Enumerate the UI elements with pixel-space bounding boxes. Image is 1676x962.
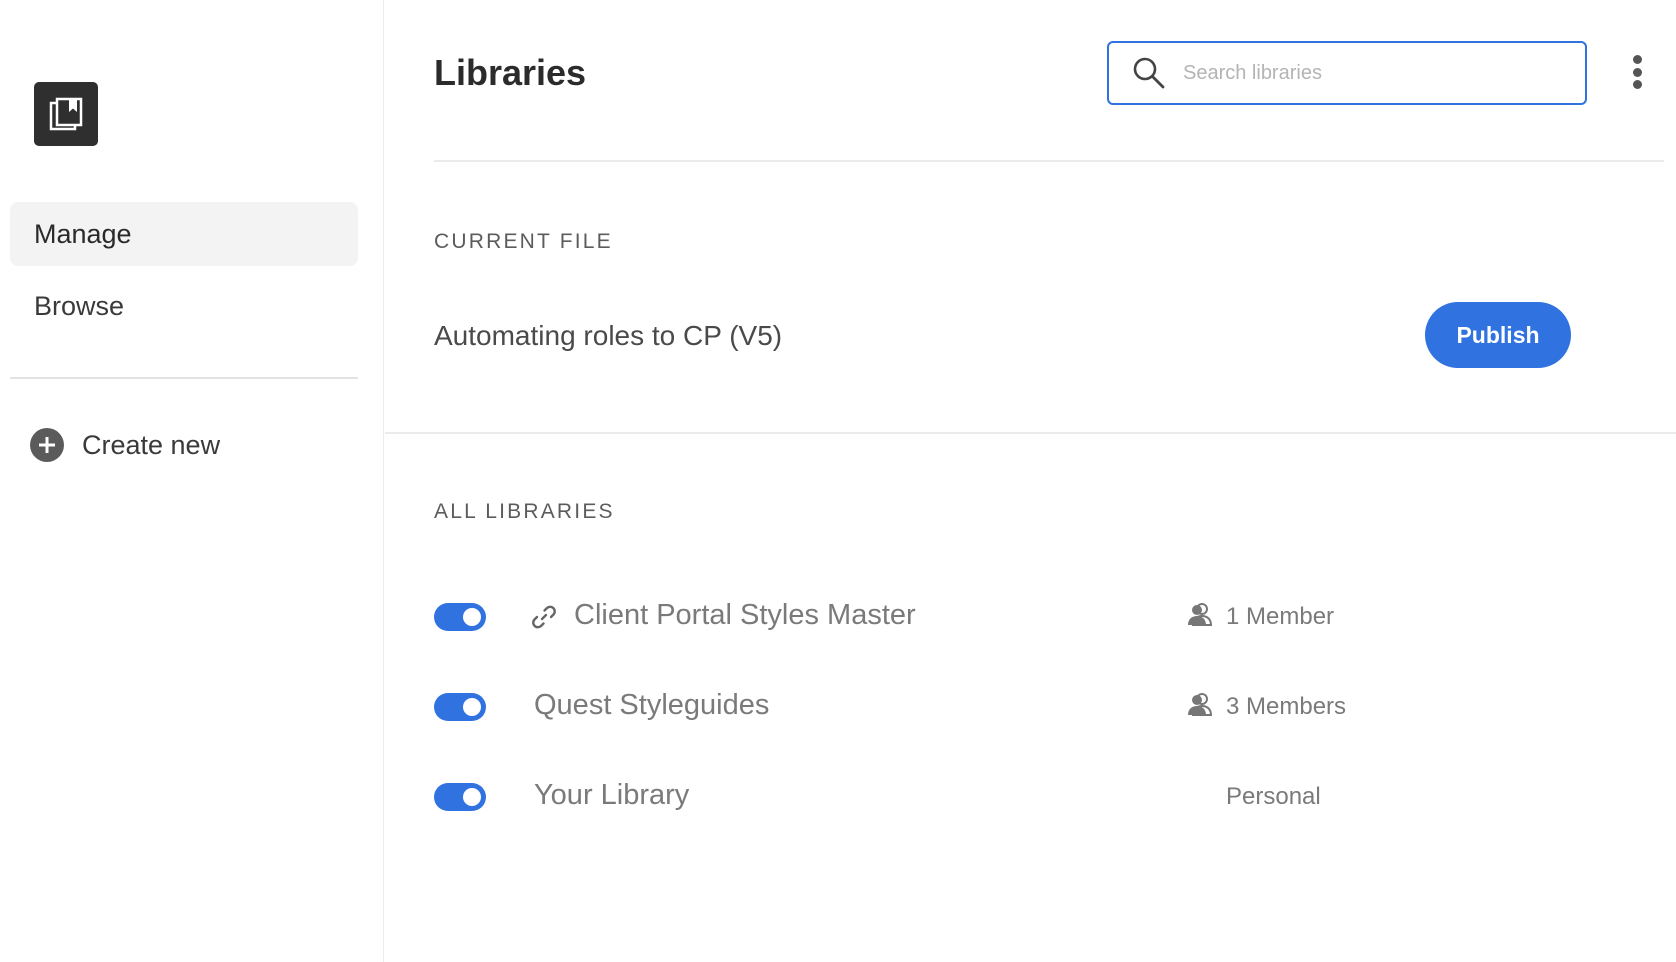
- library-name[interactable]: Client Portal Styles Master: [574, 599, 916, 632]
- toggle-knob: [463, 788, 481, 806]
- libraries-window: Manage Browse Create new Libraries Searc…: [0, 0, 1676, 962]
- all-libraries-heading: ALL LIBRARIES: [434, 500, 615, 523]
- library-name[interactable]: Your Library: [534, 779, 689, 812]
- sidebar: Manage Browse Create new: [0, 0, 384, 962]
- member-icon: [1188, 603, 1213, 626]
- sidebar-item-label: Browse: [34, 290, 125, 321]
- sidebar-item-manage[interactable]: Manage: [10, 202, 358, 266]
- library-enabled-toggle[interactable]: [434, 783, 486, 811]
- toggle-knob: [463, 698, 481, 716]
- section-divider: [385, 432, 1676, 434]
- main-panel: Libraries CURRENT FILE Automating roles …: [385, 0, 1676, 962]
- more-vertical-icon[interactable]: [1625, 50, 1649, 94]
- toggle-knob: [463, 608, 481, 626]
- library-members: 1 Member: [1226, 603, 1335, 630]
- member-icon: [1188, 693, 1213, 716]
- library-members: 3 Members: [1226, 693, 1347, 720]
- header-divider: [434, 160, 1664, 162]
- library-row: Client Portal Styles Master 1 Member: [434, 587, 1664, 647]
- search-input[interactable]: [1183, 61, 1563, 85]
- create-new-button[interactable]: Create new: [30, 420, 220, 470]
- sidebar-divider: [10, 377, 358, 379]
- library-name[interactable]: Quest Styleguides: [534, 689, 769, 722]
- library-type: Personal: [1226, 783, 1321, 810]
- library-enabled-toggle[interactable]: [434, 603, 486, 631]
- search-icon: [1133, 57, 1165, 89]
- link-icon: [532, 605, 556, 629]
- library-row: Quest Styleguides 3 Members: [434, 677, 1664, 737]
- library-book-icon: [34, 82, 98, 146]
- create-new-label: Create new: [82, 429, 221, 460]
- publish-button[interactable]: Publish: [1425, 302, 1571, 368]
- page-title: Libraries: [434, 52, 587, 93]
- current-file-heading: CURRENT FILE: [434, 230, 613, 253]
- sidebar-item-label: Manage: [34, 218, 132, 249]
- library-row: Your Library Personal: [434, 767, 1664, 827]
- current-file-name: Automating roles to CP (V5): [434, 320, 783, 351]
- library-enabled-toggle[interactable]: [434, 693, 486, 721]
- search-box[interactable]: [1107, 41, 1587, 105]
- sidebar-item-browse[interactable]: Browse: [10, 274, 358, 338]
- plus-circle-icon: [30, 428, 64, 462]
